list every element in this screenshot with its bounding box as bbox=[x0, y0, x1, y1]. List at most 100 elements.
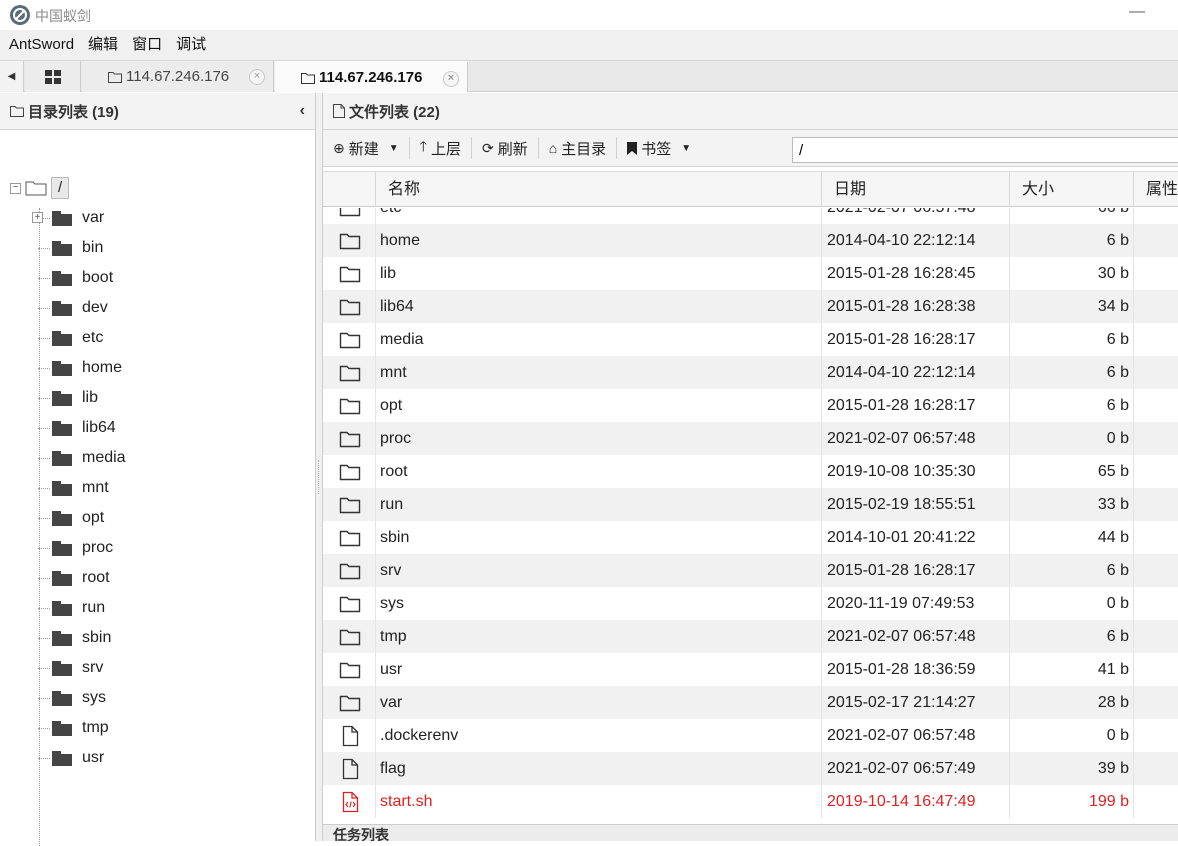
new-button[interactable]: ⊕ 新建 ▼ bbox=[323, 130, 409, 167]
tree-connector bbox=[38, 277, 50, 279]
task-list-header[interactable]: 任务列表 bbox=[323, 824, 1178, 841]
folder-outline-icon bbox=[339, 692, 361, 714]
tree-item[interactable]: usr bbox=[38, 746, 104, 770]
file-date: 2021-02-07 06:57:48 bbox=[827, 628, 976, 645]
column-size[interactable]: 大小 bbox=[1009, 172, 1133, 207]
tree-item[interactable]: dev bbox=[38, 296, 108, 320]
column-icon bbox=[323, 172, 375, 207]
file-row[interactable]: lib 2015-01-28 16:28:45 30 b bbox=[323, 257, 1178, 290]
file-row[interactable]: proc 2021-02-07 06:57:48 0 b bbox=[323, 422, 1178, 455]
file-grid-header: 名称 日期 大小 属性 bbox=[323, 171, 1178, 207]
column-name[interactable]: 名称 bbox=[375, 172, 823, 207]
tree-item[interactable]: run bbox=[38, 596, 105, 620]
tree-item[interactable]: + var bbox=[32, 206, 104, 230]
tree-item[interactable]: proc bbox=[38, 536, 113, 560]
tree-item[interactable]: etc bbox=[38, 326, 103, 350]
file-attr bbox=[1133, 653, 1178, 686]
file-name: etc bbox=[380, 208, 401, 224]
up-level-button[interactable]: 🡑 上层 bbox=[410, 130, 471, 167]
file-row[interactable]: etc 2021-02-07 06:57:48 66 b bbox=[323, 208, 1178, 224]
tree-item[interactable]: sys bbox=[38, 686, 106, 710]
folder-outline-icon bbox=[339, 296, 361, 318]
tree-item[interactable]: root bbox=[38, 566, 110, 590]
file-attr bbox=[1133, 554, 1178, 587]
tree-item[interactable]: mnt bbox=[38, 476, 109, 500]
tree-item[interactable]: home bbox=[38, 356, 122, 380]
file-attr bbox=[1133, 257, 1178, 290]
file-row[interactable]: media 2015-01-28 16:28:17 6 b bbox=[323, 323, 1178, 356]
file-size: 30 b bbox=[1097, 265, 1129, 282]
file-panel: 文件列表 (22) ⊕ 新建 ▼ 🡑 上层 ⟳ 刷新 ⌂ 主目录 书签 ▼ / … bbox=[322, 93, 1178, 841]
tree-connector bbox=[38, 727, 50, 729]
collapse-toggle-icon[interactable]: − bbox=[10, 182, 21, 194]
home-dir-button[interactable]: ⌂ 主目录 bbox=[539, 130, 616, 167]
file-name: media bbox=[380, 331, 424, 348]
folder-icon bbox=[52, 240, 72, 256]
tree-item[interactable]: lib bbox=[38, 386, 98, 410]
tree-connector bbox=[38, 247, 50, 249]
file-row[interactable]: start.sh 2019-10-14 16:47:49 199 b bbox=[323, 785, 1178, 818]
tree-item[interactable]: sbin bbox=[38, 626, 111, 650]
file-size: 6 b bbox=[1106, 232, 1129, 249]
file-row[interactable]: tmp 2021-02-07 06:57:48 6 b bbox=[323, 620, 1178, 653]
tree-root-node[interactable]: − / bbox=[10, 177, 70, 199]
file-row[interactable]: home 2014-04-10 22:12:14 6 b bbox=[323, 224, 1178, 257]
file-row[interactable]: sbin 2014-10-01 20:41:22 44 b bbox=[323, 521, 1178, 554]
file-row[interactable]: var 2015-02-17 21:14:27 28 b bbox=[323, 686, 1178, 719]
tab-scroll-left-button[interactable]: ◀ bbox=[0, 61, 24, 92]
folder-outline-icon bbox=[108, 71, 122, 83]
tree-item-label: lib64 bbox=[82, 419, 116, 436]
tree-item-label: tmp bbox=[82, 719, 109, 736]
tab-home[interactable] bbox=[25, 61, 81, 92]
menu-edit[interactable]: 编辑 bbox=[81, 30, 125, 60]
folder-open-icon bbox=[25, 181, 47, 196]
tab-close-icon[interactable]: × bbox=[249, 69, 265, 85]
menu-debug[interactable]: 调试 bbox=[169, 30, 213, 60]
column-attr[interactable]: 属性 bbox=[1133, 172, 1178, 207]
file-name: lib bbox=[380, 265, 397, 282]
menu-window[interactable]: 窗口 bbox=[125, 30, 169, 60]
file-row[interactable]: opt 2015-01-28 16:28:17 6 b bbox=[323, 389, 1178, 422]
tree-item[interactable]: lib64 bbox=[38, 416, 116, 440]
tree-item-label: media bbox=[82, 449, 126, 466]
refresh-button[interactable]: ⟳ 刷新 bbox=[472, 130, 538, 167]
file-row[interactable]: sys 2020-11-19 07:49:53 0 b bbox=[323, 587, 1178, 620]
folder-icon bbox=[52, 300, 72, 316]
tree-item[interactable]: srv bbox=[38, 656, 103, 680]
tree-item[interactable]: boot bbox=[38, 266, 113, 290]
plus-circle-icon: ⊕ bbox=[333, 139, 345, 156]
tree-item[interactable]: bin bbox=[38, 236, 103, 260]
tab-close-icon[interactable]: × bbox=[443, 71, 459, 87]
file-row[interactable]: lib64 2015-01-28 16:28:38 34 b bbox=[323, 290, 1178, 323]
tree-item[interactable]: opt bbox=[38, 506, 104, 530]
file-name: root bbox=[380, 463, 408, 480]
file-row[interactable]: run 2015-02-19 18:55:51 33 b bbox=[323, 488, 1178, 521]
path-input[interactable] bbox=[792, 137, 1178, 163]
tree-root-label: / bbox=[51, 177, 70, 199]
file-name: sbin bbox=[380, 529, 410, 546]
tree-item[interactable]: media bbox=[38, 446, 126, 470]
file-size: 6 b bbox=[1106, 562, 1129, 579]
tree-item[interactable]: tmp bbox=[38, 716, 109, 740]
collapse-panel-icon[interactable]: ‹ bbox=[300, 102, 305, 120]
column-date[interactable]: 日期 bbox=[821, 172, 1009, 207]
folder-icon bbox=[52, 630, 72, 646]
file-row[interactable]: .dockerenv 2021-02-07 06:57:48 0 b bbox=[323, 719, 1178, 752]
tab-connection-1[interactable]: 114.67.246.176 × bbox=[82, 61, 274, 92]
file-row[interactable]: usr 2015-01-28 18:36:59 41 b bbox=[323, 653, 1178, 686]
folder-icon bbox=[52, 270, 72, 286]
tab-connection-2[interactable]: 114.67.246.176 × bbox=[275, 61, 468, 92]
file-row[interactable]: mnt 2014-04-10 22:12:14 6 b bbox=[323, 356, 1178, 389]
file-row[interactable]: srv 2015-01-28 16:28:17 6 b bbox=[323, 554, 1178, 587]
bookmark-button[interactable]: 书签 ▼ bbox=[617, 130, 701, 167]
expand-toggle-icon[interactable]: + bbox=[32, 212, 43, 223]
minimize-button[interactable]: — bbox=[1122, 2, 1152, 26]
file-row[interactable]: root 2019-10-08 10:35:30 65 b bbox=[323, 455, 1178, 488]
file-row[interactable]: flag 2021-02-07 06:57:49 39 b bbox=[323, 752, 1178, 785]
menu-antsword[interactable]: AntSword bbox=[2, 30, 81, 60]
menu-bar: AntSword 编辑 窗口 调试 bbox=[0, 30, 1178, 60]
file-attr bbox=[1133, 620, 1178, 653]
folder-outline-icon bbox=[339, 362, 361, 384]
folder-outline-icon bbox=[339, 208, 361, 219]
tree-connector bbox=[38, 307, 50, 309]
